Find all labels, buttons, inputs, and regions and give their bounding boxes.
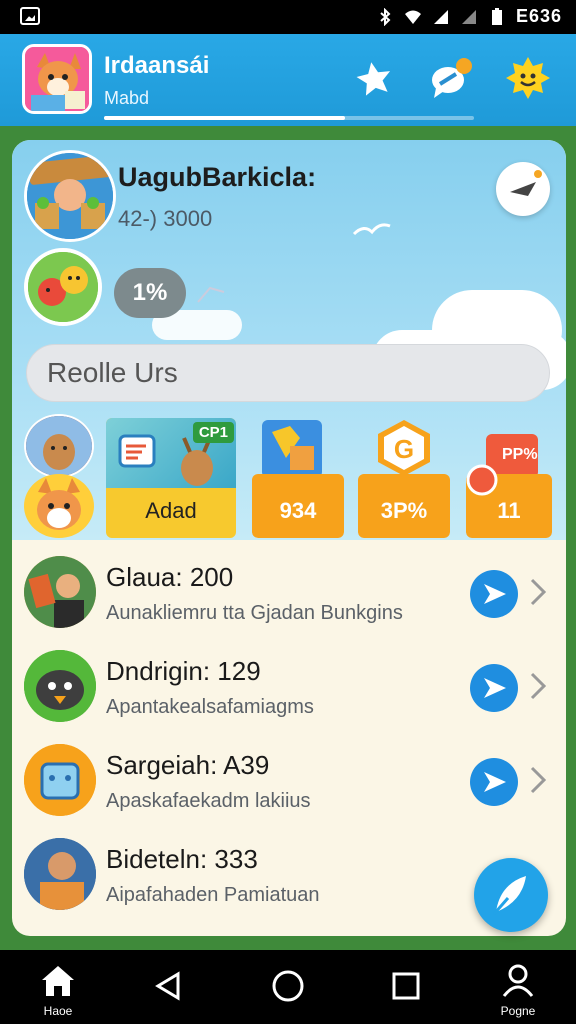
farmer-mascot-icon bbox=[27, 153, 113, 239]
signal-icon bbox=[433, 9, 448, 24]
signal-icon-2 bbox=[461, 9, 476, 24]
main-card: UagubBarkicla: 42-) 3000 1% Reolle Urs C… bbox=[12, 140, 566, 936]
send-icon bbox=[484, 678, 506, 698]
list-item[interactable]: Dndrigin: 129 Apantakealsafamiagms bbox=[12, 640, 566, 732]
list-item[interactable]: Glaua: 200 Aunakliemru tta Gjadan Bunkgi… bbox=[12, 546, 566, 638]
fox-icon bbox=[37, 478, 81, 530]
nav-label: Pogne bbox=[500, 1004, 536, 1018]
fox-avatar[interactable] bbox=[24, 474, 94, 538]
nav-back[interactable] bbox=[128, 950, 208, 1024]
search-bar[interactable] bbox=[26, 344, 550, 402]
robot-icon bbox=[24, 744, 96, 816]
send-button[interactable] bbox=[470, 664, 518, 712]
person-photo-icon bbox=[24, 556, 96, 628]
nav-recents[interactable] bbox=[366, 950, 446, 1024]
tile-label: Adad bbox=[145, 498, 197, 523]
gallery-icon bbox=[20, 7, 40, 25]
share-button[interactable] bbox=[496, 162, 550, 216]
list-avatar bbox=[24, 838, 96, 910]
nav-home-circle[interactable] bbox=[248, 950, 328, 1024]
list-item-subtitle: Aipafahaden Pamiatuan bbox=[106, 884, 320, 906]
profile-stat: 42-) 3000 bbox=[118, 206, 213, 231]
nav-home[interactable]: Haoe bbox=[18, 950, 98, 1024]
notification-dot-icon bbox=[466, 464, 498, 496]
friend-avatar[interactable] bbox=[24, 248, 102, 326]
tile-3p[interactable]: G 3P% bbox=[358, 418, 450, 538]
list-avatar bbox=[24, 744, 96, 816]
pets-icon bbox=[28, 252, 98, 322]
chevron-right-icon[interactable] bbox=[528, 576, 548, 608]
app-subtitle: Mabd bbox=[104, 88, 150, 108]
profile-name: UagubBarkicla: bbox=[118, 162, 317, 192]
wifi-icon bbox=[404, 10, 421, 24]
nav-profile[interactable]: Pogne bbox=[478, 950, 558, 1024]
deer-avatar[interactable] bbox=[24, 414, 94, 478]
sticker-icon bbox=[262, 420, 322, 478]
send-button[interactable] bbox=[470, 570, 518, 618]
app-logo[interactable] bbox=[22, 44, 92, 114]
list-item[interactable]: Sargeiah: A39 Apaskafaekadm lakiius bbox=[12, 734, 566, 826]
clock: E636 bbox=[515, 6, 562, 26]
bird-icon bbox=[352, 223, 391, 236]
list-item-subtitle: Aunakliemru tta Gjadan Bunkgins bbox=[106, 602, 403, 624]
tile-11[interactable]: PP% 11 bbox=[466, 418, 552, 538]
sun-badge-icon[interactable] bbox=[504, 54, 552, 102]
status-bar: E636 bbox=[0, 0, 576, 34]
person-photo-icon bbox=[24, 838, 96, 910]
chevron-right-icon[interactable] bbox=[528, 764, 548, 796]
tile-badge: PP% bbox=[502, 446, 538, 463]
plane-icon bbox=[510, 170, 542, 196]
tile-label: 934 bbox=[279, 498, 317, 523]
nav-label: Haoe bbox=[43, 1004, 73, 1018]
send-button[interactable] bbox=[470, 758, 518, 806]
note-icon bbox=[118, 434, 156, 468]
battery-icon bbox=[491, 7, 502, 25]
list-item-title: Bideteln: 333 bbox=[106, 844, 258, 874]
fox-mascot-icon bbox=[25, 47, 89, 111]
tile-label: 11 bbox=[497, 498, 521, 523]
tile-adad[interactable]: CP1 Adad bbox=[106, 418, 236, 538]
star-icon[interactable] bbox=[350, 54, 398, 102]
g-badge-icon: G bbox=[378, 420, 430, 476]
home-icon bbox=[42, 966, 74, 996]
chat-icon[interactable] bbox=[426, 54, 474, 102]
profile-icon bbox=[502, 964, 534, 997]
svg-text:G: G bbox=[394, 434, 414, 464]
send-icon bbox=[484, 772, 506, 792]
list-avatar bbox=[24, 556, 96, 628]
tile-badge: CP1 bbox=[192, 422, 234, 443]
deer-icon bbox=[26, 416, 92, 476]
status-icons: E636 bbox=[376, 6, 562, 27]
circle-home-icon bbox=[272, 970, 304, 1002]
list-item-subtitle: Apaskafaekadm lakiius bbox=[106, 790, 311, 812]
app-header: Irdaansái Mabd bbox=[0, 34, 576, 126]
back-icon bbox=[155, 971, 180, 1001]
tiles-row: CP1 Adad 934 G 3P% PP% 11 bbox=[12, 412, 566, 542]
profile-avatar[interactable] bbox=[24, 150, 116, 242]
bird-icon bbox=[197, 286, 225, 303]
recents-icon bbox=[392, 972, 420, 1000]
compose-fab[interactable] bbox=[474, 858, 548, 932]
send-icon bbox=[484, 584, 506, 604]
tile-934[interactable]: 934 bbox=[252, 418, 344, 538]
header-progress-fill bbox=[104, 116, 345, 120]
list-item-title: Glaua: 200 bbox=[106, 562, 234, 592]
list-item-title: Sargeiah: A39 bbox=[106, 750, 270, 780]
list-avatar bbox=[24, 650, 96, 722]
bottom-nav: Haoe Pogne bbox=[0, 950, 576, 1024]
app-title: Irdaansái bbox=[104, 52, 210, 79]
chevron-right-icon[interactable] bbox=[528, 670, 548, 702]
list-item-subtitle: Apantakealsafamiagms bbox=[106, 696, 314, 718]
tile-label: 3P% bbox=[380, 498, 428, 523]
feather-icon bbox=[492, 876, 526, 915]
percent-badge: 1% bbox=[114, 268, 186, 318]
header-progress-bar bbox=[104, 116, 474, 120]
bluetooth-icon bbox=[380, 7, 391, 26]
search-input[interactable] bbox=[27, 345, 549, 401]
bird-mascot-icon bbox=[24, 650, 96, 722]
list-item-title: Dndrigin: 129 bbox=[106, 656, 261, 686]
